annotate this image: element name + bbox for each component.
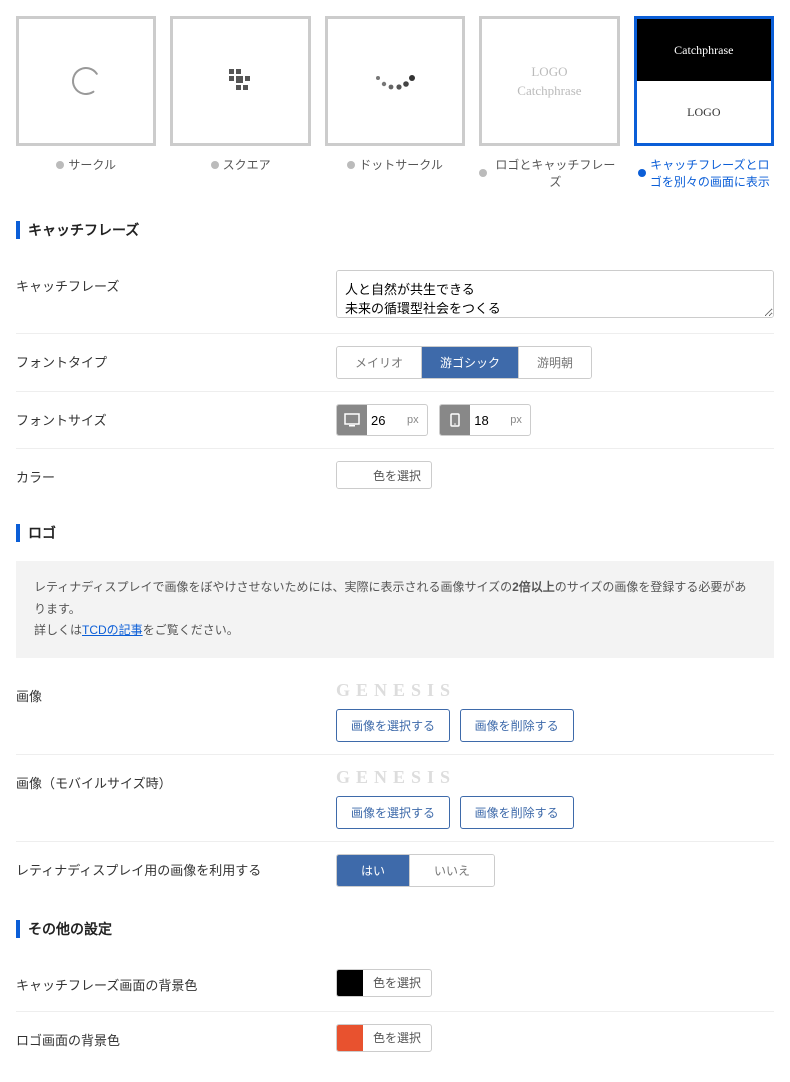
logo-image-mobile-label: 画像（モバイルサイズ時） — [16, 767, 336, 792]
square-loader-icon — [223, 63, 259, 99]
field-logo-image-mobile: 画像（モバイルサイズ時） GENESIS 画像を選択する 画像を削除する — [16, 755, 774, 842]
layout-option-logo-catchphrase[interactable]: LOGO Catchphrase ロゴとキャッチフレーズ — [479, 16, 619, 190]
catchphrase-color-label: カラー — [16, 461, 336, 486]
logo-image-label: 画像 — [16, 680, 336, 705]
layout-label-split: キャッチフレーズとロゴを別々の画面に表示 — [650, 156, 770, 190]
layout-preview-split: Catchphrase LOGO — [634, 16, 774, 146]
retina-no[interactable]: いいえ — [410, 855, 494, 886]
catchphrase-textarea[interactable]: 人と自然が共生できる 未来の循環型社会をつくる — [336, 270, 774, 318]
size-unit-2: px — [510, 414, 530, 426]
layout-option-dot-circle[interactable]: ドットサークル — [325, 16, 465, 190]
logo-bg-swatch — [337, 1025, 363, 1051]
catchphrase-bg-label: キャッチフレーズ画面の背景色 — [16, 969, 336, 994]
catchphrase-text-label: キャッチフレーズ — [16, 270, 336, 295]
retina-segment: はい いいえ — [336, 854, 495, 887]
preview-logo-bottom: Catchphrase — [517, 81, 581, 101]
section-header-catchphrase: キャッチフレーズ — [16, 220, 774, 240]
font-size-label: フォントサイズ — [16, 404, 336, 429]
layout-preview-logo-catchphrase: LOGO Catchphrase — [479, 16, 619, 146]
layout-option-square[interactable]: スクエア — [170, 16, 310, 190]
field-font-type: フォントタイプ メイリオ 游ゴシック 游明朝 — [16, 334, 774, 392]
field-catchphrase-bg: キャッチフレーズ画面の背景色 色を選択 — [16, 957, 774, 1012]
layout-preview-circle — [16, 16, 156, 146]
logo-image-mobile-preview: GENESIS — [336, 767, 774, 788]
retina-yes[interactable]: はい — [337, 855, 410, 886]
field-catchphrase-color: カラー 色を選択 — [16, 449, 774, 503]
logo-bg-button-label: 色を選択 — [363, 1029, 431, 1046]
logo-delete-button[interactable]: 画像を削除する — [460, 709, 574, 742]
logo-image-preview: GENESIS — [336, 680, 774, 701]
layout-label-square: スクエア — [223, 156, 271, 173]
font-type-meiryo[interactable]: メイリオ — [337, 347, 422, 378]
catchphrase-bg-button-label: 色を選択 — [363, 974, 431, 991]
layout-label-dot-circle: ドットサークル — [359, 156, 443, 173]
preview-split-bottom: LOGO — [637, 81, 771, 143]
font-size-desktop-group: px — [336, 404, 428, 436]
logo-bg-label: ロゴ画面の背景色 — [16, 1024, 336, 1049]
layout-label-logo-catchphrase: ロゴとキャッチフレーズ — [491, 156, 619, 190]
logo-info-box: レティナディスプレイで画像をぼやけさせないためには、実際に表示される画像サイズの… — [16, 561, 774, 658]
layout-preview-square — [170, 16, 310, 146]
layout-options: サークル スクエア ドットサークル LOGO Catchphrase ロゴとキャ… — [16, 16, 774, 190]
layout-preview-dot-circle — [325, 16, 465, 146]
mobile-icon — [440, 405, 470, 435]
section-header-logo: ロゴ — [16, 523, 774, 543]
font-type-yumincho[interactable]: 游明朝 — [519, 347, 591, 378]
logo-mobile-delete-button[interactable]: 画像を削除する — [460, 796, 574, 829]
logo-select-button[interactable]: 画像を選択する — [336, 709, 450, 742]
field-retina: レティナディスプレイ用の画像を利用する はい いいえ — [16, 842, 774, 899]
font-size-mobile-group: px — [439, 404, 531, 436]
field-catchphrase-text: キャッチフレーズ 人と自然が共生できる 未来の循環型社会をつくる — [16, 258, 774, 334]
section-header-other: その他の設定 — [16, 919, 774, 939]
preview-logo-top: LOGO — [517, 62, 581, 82]
layout-option-split[interactable]: Catchphrase LOGO キャッチフレーズとロゴを別々の画面に表示 — [634, 16, 774, 190]
logo-bg-color-picker[interactable]: 色を選択 — [336, 1024, 432, 1052]
catchphrase-color-picker[interactable]: 色を選択 — [336, 461, 432, 489]
layout-label-circle: サークル — [68, 156, 116, 173]
catchphrase-color-swatch — [337, 462, 363, 488]
layout-option-circle[interactable]: サークル — [16, 16, 156, 190]
retina-label: レティナディスプレイ用の画像を利用する — [16, 854, 336, 879]
catchphrase-bg-color-picker[interactable]: 色を選択 — [336, 969, 432, 997]
desktop-icon — [337, 405, 367, 435]
preview-split-top: Catchphrase — [637, 19, 771, 81]
font-size-desktop-input[interactable] — [367, 407, 407, 434]
font-type-yugothic[interactable]: 游ゴシック — [422, 347, 519, 378]
field-font-size: フォントサイズ px px — [16, 392, 774, 449]
size-unit-1: px — [407, 414, 427, 426]
tcd-article-link[interactable]: TCDの記事 — [82, 623, 143, 637]
font-size-mobile-input[interactable] — [470, 407, 510, 434]
field-logo-image: 画像 GENESIS 画像を選択する 画像を削除する — [16, 668, 774, 755]
field-logo-bg: ロゴ画面の背景色 色を選択 — [16, 1012, 774, 1066]
dot-circle-loader-icon — [372, 66, 418, 96]
catchphrase-color-button-label: 色を選択 — [363, 467, 431, 484]
font-type-label: フォントタイプ — [16, 346, 336, 371]
circle-loader-icon — [68, 63, 104, 99]
catchphrase-bg-swatch — [337, 970, 363, 996]
font-type-segment: メイリオ 游ゴシック 游明朝 — [336, 346, 592, 379]
logo-mobile-select-button[interactable]: 画像を選択する — [336, 796, 450, 829]
